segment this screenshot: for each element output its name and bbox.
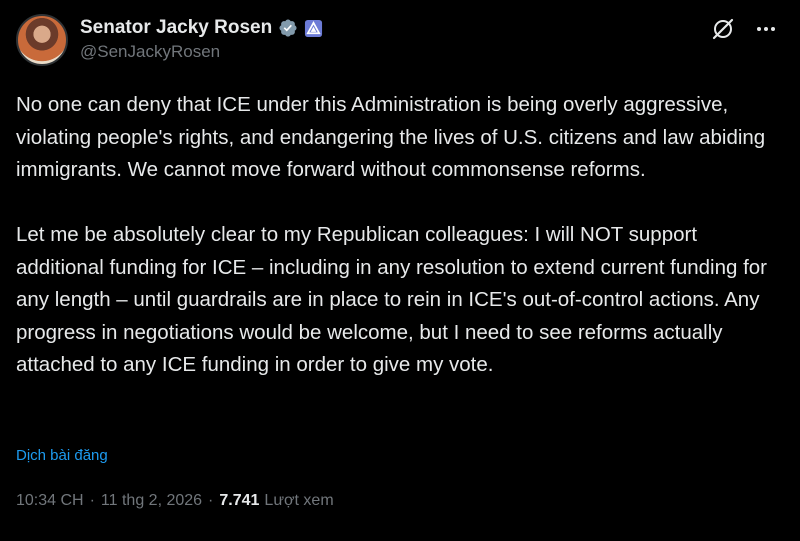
views-label: Lượt xem (264, 492, 334, 509)
post-time[interactable]: 10:34 CH (16, 492, 84, 510)
meta-separator: · (89, 492, 95, 509)
dot-icon (764, 27, 768, 31)
grok-icon[interactable] (710, 16, 736, 42)
avatar[interactable] (16, 14, 68, 66)
name-row: Senator Jacky Rosen (80, 17, 323, 39)
author-names: Senator Jacky Rosen @SenJackyRosen (80, 17, 323, 62)
meta-separator: · (208, 492, 214, 509)
post-paragraph-2: Let me be absolutely clear to my Republi… (16, 223, 773, 376)
translate-post-link[interactable]: Dịch bài đăng (16, 447, 108, 464)
post-meta: 10:34 CH · 11 thg 2, 2026 · 7.741 Lượt x… (16, 492, 334, 510)
post-header: Senator Jacky Rosen @SenJackyRosen (16, 14, 780, 70)
government-badge-icon (305, 19, 323, 37)
post-date[interactable]: 11 thg 2, 2026 (101, 492, 202, 510)
dot-icon (757, 27, 761, 31)
author-display-name[interactable]: Senator Jacky Rosen (80, 17, 272, 39)
dot-icon (771, 27, 775, 31)
more-options-icon[interactable] (752, 16, 780, 42)
views-count: 7.741 (219, 492, 260, 509)
post-container: Senator Jacky Rosen @SenJackyRosen No on… (0, 0, 800, 541)
post-paragraph-1: No one can deny that ICE under this Admi… (16, 93, 771, 181)
post-text: No one can deny that ICE under this Admi… (16, 89, 786, 382)
verified-badge-icon (279, 19, 297, 37)
author-handle[interactable]: @SenJackyRosen (80, 42, 323, 62)
